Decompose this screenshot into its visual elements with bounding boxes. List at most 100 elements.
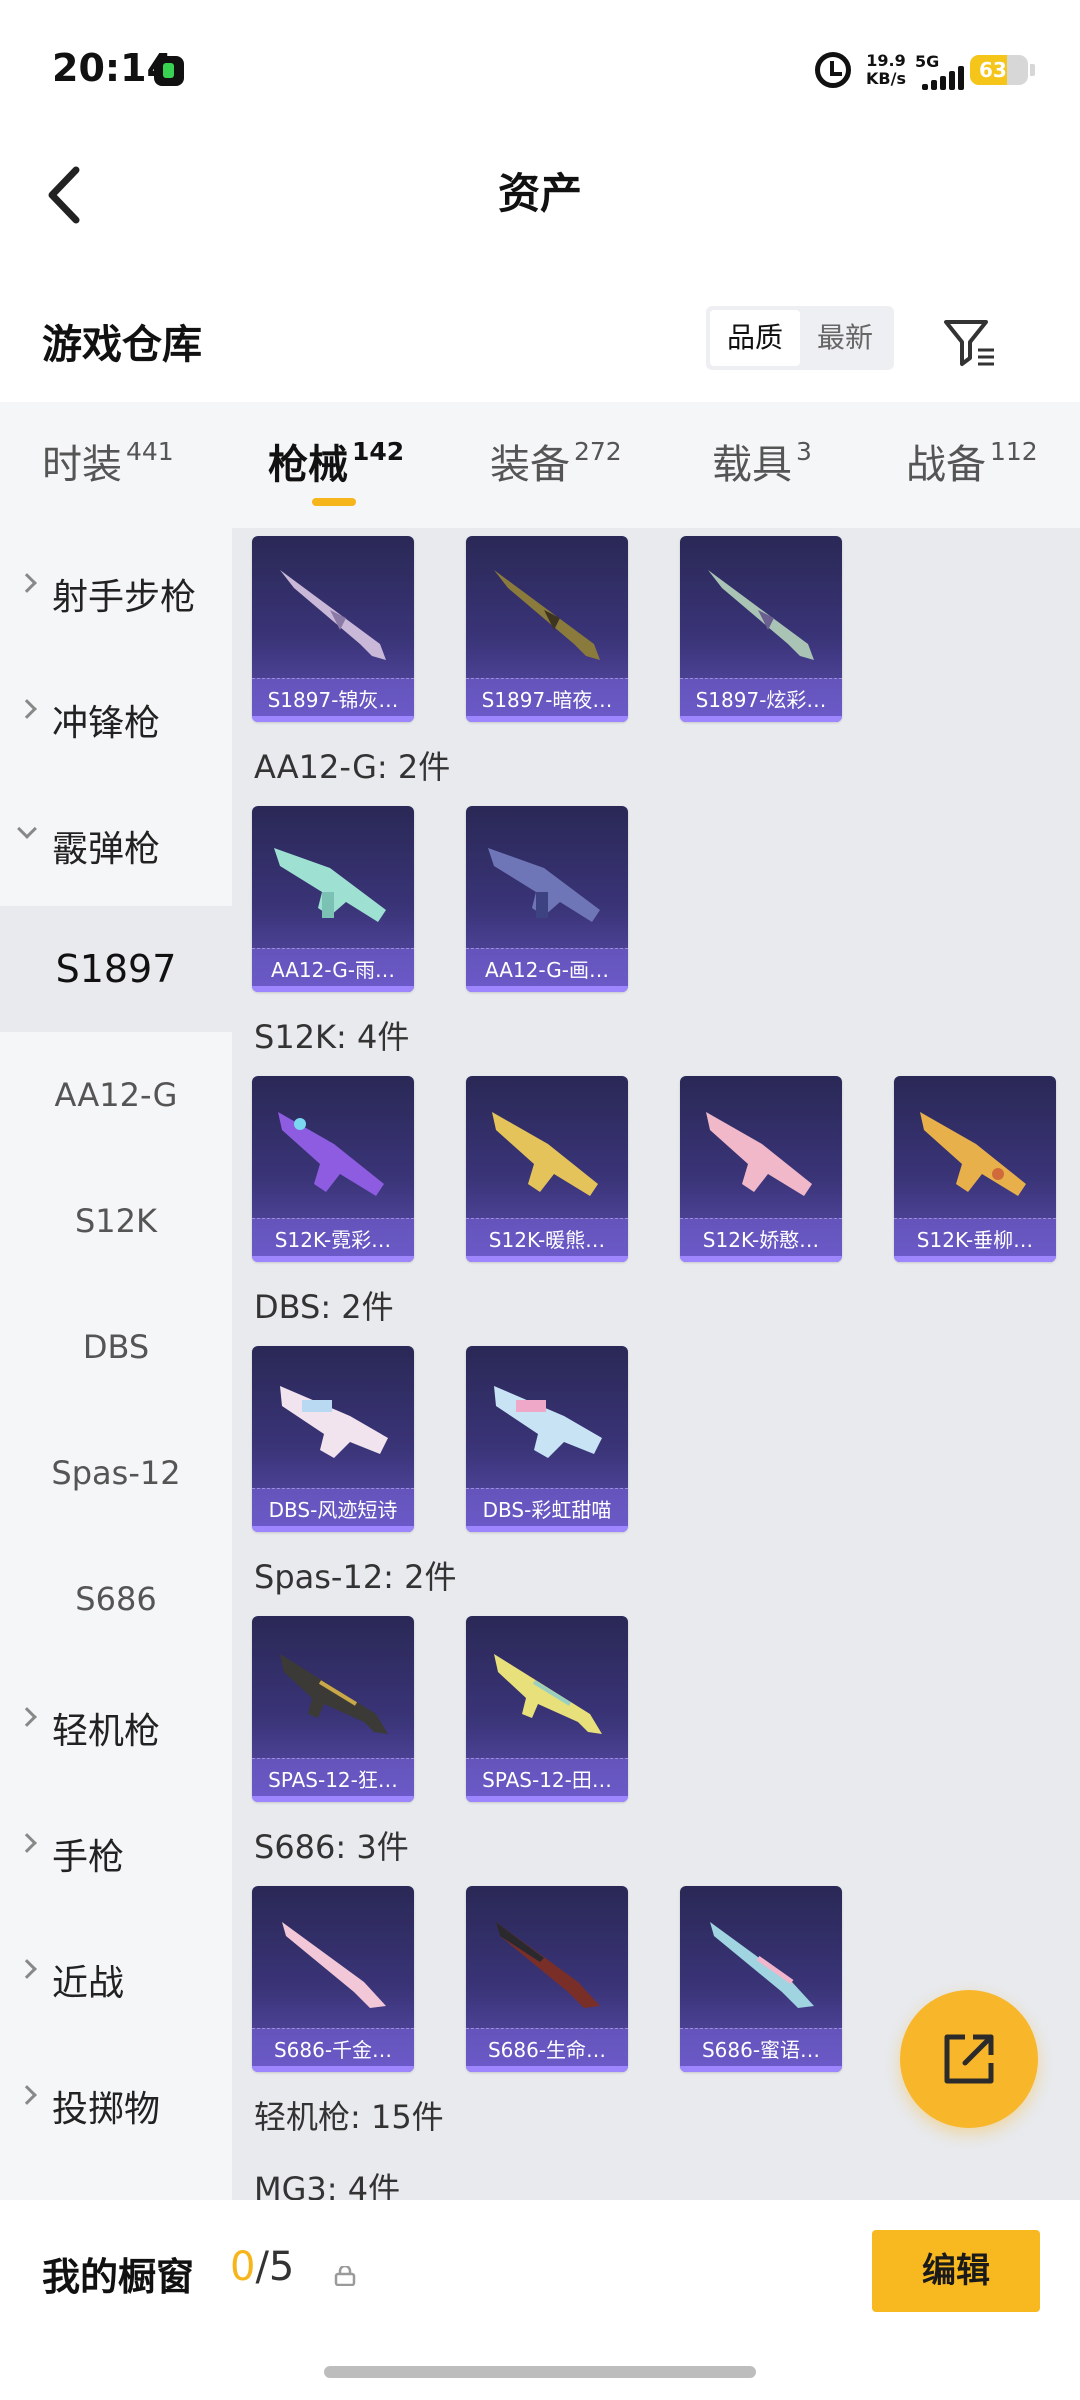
- chevron-right-icon: [17, 1959, 37, 1979]
- sidebar-item-throwable[interactable]: 投掷物: [0, 2040, 232, 2166]
- shotgun-skin-image: [274, 848, 386, 922]
- skin-card[interactable]: S686-蜜语…: [680, 1886, 842, 2072]
- skin-card[interactable]: S1897-锦灰…: [252, 536, 414, 722]
- tab-count: 272: [574, 437, 622, 466]
- sidebar-sub-s686[interactable]: S686: [0, 1536, 232, 1662]
- sidebar-item-smg[interactable]: 冲锋枪: [0, 654, 232, 780]
- sidebar-sub-s12k[interactable]: S12K: [0, 1158, 232, 1284]
- status-bar: 20:14 19.9 KB/s 5G 63: [0, 0, 1080, 140]
- filter-icon[interactable]: [940, 312, 1000, 372]
- rarity-bar: [252, 986, 414, 992]
- shotgun-skin-image: [280, 570, 386, 660]
- rarity-bar: [252, 1526, 414, 1532]
- showcase-count: 0/5: [230, 2244, 294, 2290]
- skin-card[interactable]: S686-千金…: [252, 1886, 414, 2072]
- sort-by-newest[interactable]: 最新: [800, 310, 890, 366]
- shotgun-skin-image: [708, 570, 814, 660]
- group-title-mg3: MG3: 4件: [254, 2170, 401, 2200]
- skin-card[interactable]: DBS-彩虹甜喵: [466, 1346, 628, 1532]
- skin-card[interactable]: S12K-垂柳…: [894, 1076, 1056, 1262]
- sidebar-item-label: 手枪: [52, 1837, 125, 1878]
- sidebar-item-label: 冲锋枪: [52, 703, 161, 744]
- tab-fashion[interactable]: 时装 441: [42, 432, 174, 490]
- app-notification-icon: [154, 56, 184, 86]
- battery-level: 63: [979, 58, 1007, 82]
- skin-card[interactable]: S1897-暗夜…: [466, 536, 628, 722]
- rarity-bar: [252, 1796, 414, 1802]
- skin-card[interactable]: S12K-霓彩…: [252, 1076, 414, 1262]
- skin-card[interactable]: S1897-炫彩…: [680, 536, 842, 722]
- shotgun-skin-image: [488, 848, 600, 922]
- shotgun-skin-image: [496, 1922, 600, 2008]
- skin-card[interactable]: SPAS-12-田…: [466, 1616, 628, 1802]
- tab-label: 装备: [490, 442, 570, 488]
- rarity-bar: [466, 1256, 628, 1262]
- warehouse-header: 游戏仓库 品质 最新: [0, 290, 1080, 400]
- tab-count: 112: [990, 437, 1038, 466]
- group-title-dbs: DBS: 2件: [254, 1288, 394, 1326]
- network-speed: 19.9 KB/s: [866, 52, 906, 88]
- rarity-bar: [680, 1256, 842, 1262]
- shotgun-skin-image: [710, 1922, 814, 2008]
- sidebar-sub-s1897[interactable]: S1897: [0, 906, 232, 1032]
- tab-label: 时装: [42, 442, 122, 488]
- skin-card[interactable]: DBS-风迹短诗: [252, 1346, 414, 1532]
- sidebar-item-melee[interactable]: 近战: [0, 1914, 232, 2040]
- shotgun-skin-image: [494, 1654, 602, 1734]
- sort-by-quality[interactable]: 品质: [710, 310, 800, 366]
- tab-supplies[interactable]: 战备 112: [906, 432, 1038, 490]
- sidebar-sub-aa12g[interactable]: AA12-G: [0, 1032, 232, 1158]
- share-out-button[interactable]: [900, 1990, 1038, 2128]
- skin-card[interactable]: S12K-暖熊…: [466, 1076, 628, 1262]
- tab-vehicles[interactable]: 载具 3: [712, 432, 812, 490]
- tab-equipment[interactable]: 装备 272: [490, 432, 622, 490]
- shotgun-skin-image: [280, 1654, 388, 1734]
- sidebar-sub-dbs[interactable]: DBS: [0, 1284, 232, 1410]
- sort-toggle: 品质 最新: [706, 306, 894, 370]
- rarity-bar: [894, 1256, 1056, 1262]
- share-out-icon: [944, 2034, 994, 2084]
- skin-card[interactable]: S12K-娇憨…: [680, 1076, 842, 1262]
- edit-button[interactable]: 编辑: [872, 2230, 1040, 2312]
- sidebar-item-label: 投掷物: [52, 2089, 161, 2130]
- rarity-bar: [466, 1796, 628, 1802]
- alarm-icon: [815, 52, 851, 88]
- chevron-right-icon: [17, 573, 37, 593]
- weapon-category-sidebar: 射手步枪 冲锋枪 霰弹枪 S1897 AA12-G S12K DBS Spas-…: [0, 528, 232, 2200]
- signal-icon: [916, 66, 966, 90]
- home-indicator[interactable]: [324, 2366, 756, 2378]
- shotgun-skin-image: [280, 1386, 388, 1458]
- rarity-bar: [252, 716, 414, 722]
- shotgun-skin-image: [282, 1922, 386, 2008]
- chevron-right-icon: [17, 2085, 37, 2105]
- sidebar-item-shotgun[interactable]: 霰弹枪: [0, 780, 232, 906]
- tab-guns[interactable]: 枪械 142: [268, 432, 404, 490]
- shotgun-skin-image: [494, 570, 600, 660]
- sidebar-item-pistol[interactable]: 手枪: [0, 1788, 232, 1914]
- tab-count: 3: [796, 437, 812, 466]
- tab-count: 441: [126, 437, 174, 466]
- tab-label: 战备: [906, 442, 986, 488]
- skin-card[interactable]: AA12-G-画…: [466, 806, 628, 992]
- showcase-current: 0: [230, 2244, 256, 2290]
- network-speed-value: 19.9: [866, 51, 906, 70]
- skin-card[interactable]: SPAS-12-狂…: [252, 1616, 414, 1802]
- rarity-bar: [252, 2066, 414, 2072]
- sidebar-item-marksman[interactable]: 射手步枪: [0, 528, 232, 654]
- showcase-bar: 我的橱窗 0/5 编辑: [0, 2200, 1080, 2350]
- skin-card[interactable]: AA12-G-雨…: [252, 806, 414, 992]
- sidebar-item-label: 近战: [52, 1963, 125, 2004]
- top-nav: 资产: [0, 140, 1080, 250]
- group-title-lmg: 轻机枪: 15件: [254, 2098, 444, 2136]
- rarity-bar: [252, 1256, 414, 1262]
- sidebar-item-label: 霰弹枪: [52, 829, 161, 870]
- skin-card[interactable]: S686-生命…: [466, 1886, 628, 2072]
- group-title-s686: S686: 3件: [254, 1828, 409, 1866]
- chevron-down-icon: [17, 819, 37, 839]
- rarity-bar: [466, 1526, 628, 1532]
- tab-count: 142: [352, 437, 405, 466]
- rarity-bar: [466, 986, 628, 992]
- sidebar-item-lmg[interactable]: 轻机枪: [0, 1662, 232, 1788]
- sidebar-sub-spas12[interactable]: Spas-12: [0, 1410, 232, 1536]
- rarity-bar: [466, 716, 628, 722]
